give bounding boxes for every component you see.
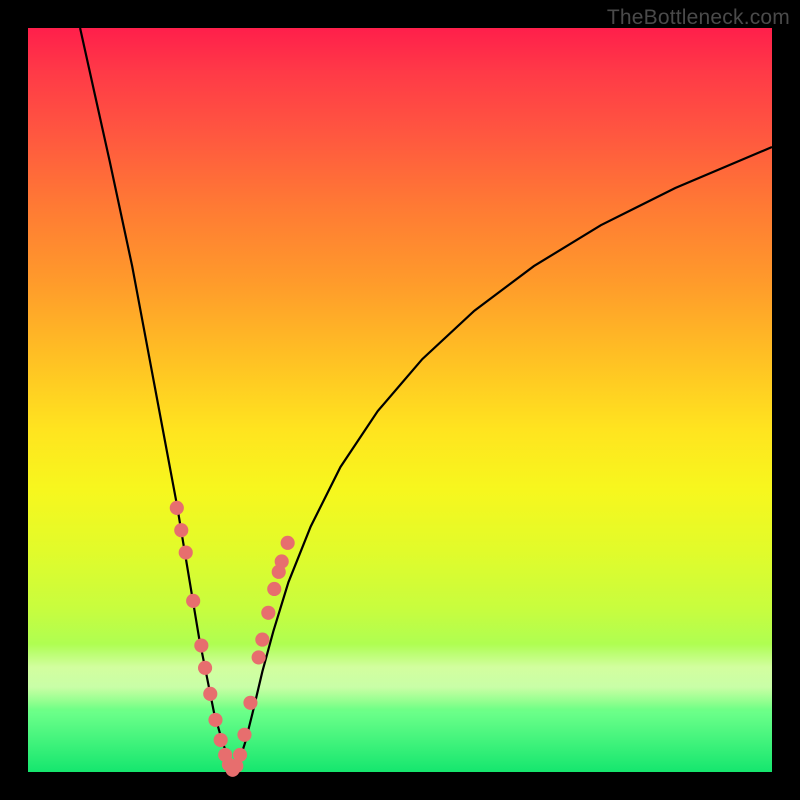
marker-dot (267, 582, 281, 596)
marker-dot (261, 606, 275, 620)
watermark-text: TheBottleneck.com (607, 6, 790, 30)
marker-dot (170, 501, 184, 515)
marker-dot (255, 633, 269, 647)
marker-dot (198, 661, 212, 675)
marker-dot (233, 748, 247, 762)
plot-area (28, 28, 772, 772)
marker-dot (252, 650, 266, 664)
marker-dot (208, 713, 222, 727)
marker-dot (179, 545, 193, 559)
marker-dot (174, 523, 188, 537)
marker-group (170, 501, 295, 777)
marker-dot (237, 728, 251, 742)
marker-dot (186, 594, 200, 608)
outer-frame: TheBottleneck.com (0, 0, 800, 800)
marker-dot (243, 696, 257, 710)
chart-svg (28, 28, 772, 772)
marker-dot (275, 554, 289, 568)
curve-left-branch (80, 28, 234, 770)
marker-dot (281, 536, 295, 550)
marker-dot (203, 687, 217, 701)
curve-right-branch (234, 147, 772, 770)
marker-dot (194, 638, 208, 652)
marker-dot (214, 733, 228, 747)
